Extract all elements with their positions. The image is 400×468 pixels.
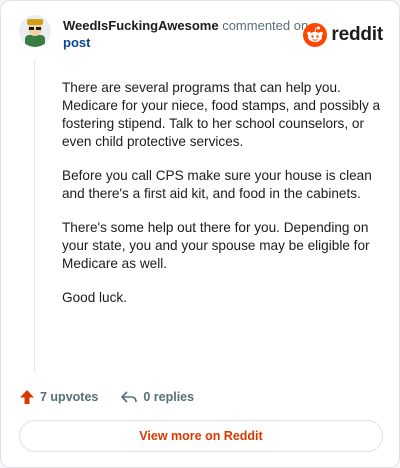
reply-arrow-icon <box>121 391 138 403</box>
comment-paragraph: There's some help out there for you. Dep… <box>62 220 370 271</box>
reply-count: 0 replies <box>143 390 195 404</box>
comment-embed-card: WeedIsFuckingAwesome commented on post r… <box>0 0 400 468</box>
post-link[interactable]: post <box>63 34 308 51</box>
comment-paragraph: Good luck. <box>62 290 127 305</box>
upvote-arrow-icon <box>20 390 34 404</box>
action-text: commented on <box>222 18 309 33</box>
upvote-button[interactable]: 7 upvotes <box>19 389 98 405</box>
comment-paragraph: Before you call CPS make sure your house… <box>62 168 372 201</box>
comment-header: WeedIsFuckingAwesome commented on post r… <box>19 13 385 57</box>
reply-button[interactable]: 0 replies <box>120 389 194 405</box>
comment-actions: 7 upvotes 0 replies <box>19 387 216 407</box>
comment-body: There are several programs that can help… <box>62 79 382 323</box>
comment-meta: WeedIsFuckingAwesome commented on post <box>63 17 308 51</box>
reddit-brand[interactable]: reddit <box>303 21 383 49</box>
user-avatar[interactable] <box>19 15 51 47</box>
username-link[interactable]: WeedIsFuckingAwesome <box>63 18 219 33</box>
thread-line <box>34 61 35 371</box>
reddit-logo-icon <box>303 23 328 47</box>
reddit-wordmark: reddit <box>331 24 383 45</box>
comment-paragraph: There are several programs that can help… <box>62 80 381 149</box>
upvote-count: 7 upvotes <box>40 390 99 404</box>
view-more-button[interactable]: View more on Reddit <box>19 420 383 452</box>
avatar-icon <box>19 15 51 47</box>
